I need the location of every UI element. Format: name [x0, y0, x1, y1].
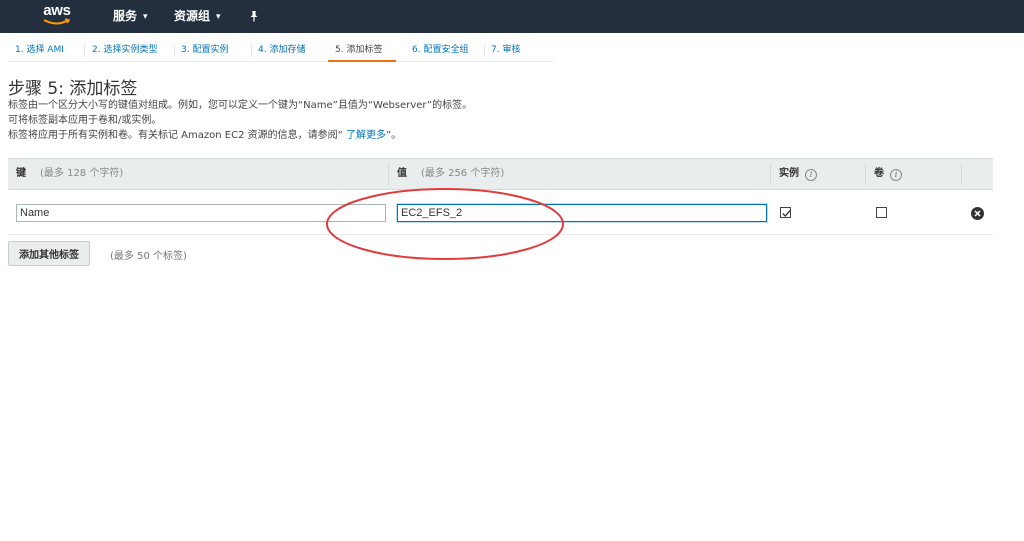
tag-limit-hint: (最多 50 个标签)	[110, 251, 187, 262]
wizard-step-label: 7. 审核	[491, 45, 521, 55]
services-menu[interactable]: 服务 ▾	[113, 0, 148, 33]
resource-groups-menu[interactable]: 资源组 ▾	[174, 0, 221, 33]
tag-value-input[interactable]	[397, 204, 767, 222]
volumes-column-header: 卷i	[874, 159, 902, 189]
wizard-step-configure-instance[interactable]: 3. 配置实例	[174, 40, 250, 62]
value-column-header: 值 (最多 256 个字符)	[397, 159, 504, 189]
description-line: 可将标签副本应用于卷和/或实例。	[8, 115, 162, 126]
column-divider	[961, 163, 962, 185]
checkmark-icon	[782, 210, 791, 217]
instances-header-label: 实例	[779, 168, 799, 179]
aws-smile-icon	[43, 18, 71, 25]
description-line: 标签由一个区分大小写的键值对组成。例如，您可以定义一个键为“Name”且值为“W…	[8, 100, 473, 111]
tag-key-input[interactable]	[16, 204, 386, 222]
tag-table-header: 键 (最多 128 个字符) 值 (最多 256 个字符) 实例 i 卷i	[8, 158, 993, 190]
wizard-step-label: 4. 添加存储	[258, 45, 306, 55]
aws-logo[interactable]: aws	[40, 3, 74, 29]
aws-logo-text: aws	[43, 2, 71, 19]
wizard-step-label: 5. 添加标签	[335, 45, 383, 55]
chevron-down-icon: ▾	[143, 12, 148, 22]
column-divider	[770, 163, 771, 185]
value-header-hint: (最多 256 个字符)	[421, 168, 505, 179]
pin-icon[interactable]	[248, 10, 260, 22]
wizard-step-add-tags[interactable]: 5. 添加标签	[328, 40, 396, 62]
wizard-step-add-storage[interactable]: 4. 添加存储	[251, 40, 327, 62]
resource-groups-menu-label: 资源组	[174, 9, 211, 23]
wizard-step-label: 1. 选择 AMI	[15, 45, 64, 55]
wizard-steps: 1. 选择 AMI 2. 选择实例类型 3. 配置实例 4. 添加存储 5. 添…	[8, 40, 554, 62]
add-another-tag-button[interactable]: 添加其他标签	[8, 241, 90, 266]
info-icon[interactable]: i	[890, 169, 902, 181]
close-icon	[974, 210, 981, 217]
chevron-down-icon: ▾	[216, 12, 221, 22]
wizard-step-configure-security-group[interactable]: 6. 配置安全组	[405, 40, 483, 62]
column-divider	[388, 163, 389, 185]
learn-more-link[interactable]: 了解更多	[346, 130, 386, 141]
value-header-label: 值	[397, 168, 407, 179]
key-header-label: 键	[16, 168, 26, 179]
description-text: 标签将应用于所有实例和卷。有关标记 Amazon EC2 资源的信息，请参阅“	[8, 130, 346, 141]
wizard-step-choose-instance-type[interactable]: 2. 选择实例类型	[85, 40, 173, 62]
instances-column-header: 实例 i	[779, 159, 817, 189]
wizard-step-label: 2. 选择实例类型	[92, 45, 158, 55]
info-icon[interactable]: i	[805, 169, 817, 181]
services-menu-label: 服务	[113, 9, 138, 23]
key-header-hint: (最多 128 个字符)	[40, 168, 124, 179]
column-divider	[865, 163, 866, 185]
wizard-step-review[interactable]: 7. 审核	[484, 40, 554, 62]
remove-tag-icon[interactable]	[971, 207, 984, 220]
top-nav-bar: aws 服务 ▾ 资源组 ▾	[0, 0, 1024, 33]
description-line: 标签将应用于所有实例和卷。有关标记 Amazon EC2 资源的信息，请参阅“ …	[8, 126, 401, 141]
wizard-step-choose-ami[interactable]: 1. 选择 AMI	[8, 40, 82, 62]
tag-row	[8, 191, 993, 235]
volumes-header-label: 卷	[874, 168, 884, 179]
description-text: ”。	[385, 130, 402, 141]
wizard-step-label: 3. 配置实例	[181, 45, 229, 55]
wizard-step-label: 6. 配置安全组	[412, 45, 469, 55]
instances-checkbox[interactable]	[780, 207, 791, 218]
key-column-header: 键 (最多 128 个字符)	[16, 159, 123, 189]
volumes-checkbox[interactable]	[876, 207, 887, 218]
